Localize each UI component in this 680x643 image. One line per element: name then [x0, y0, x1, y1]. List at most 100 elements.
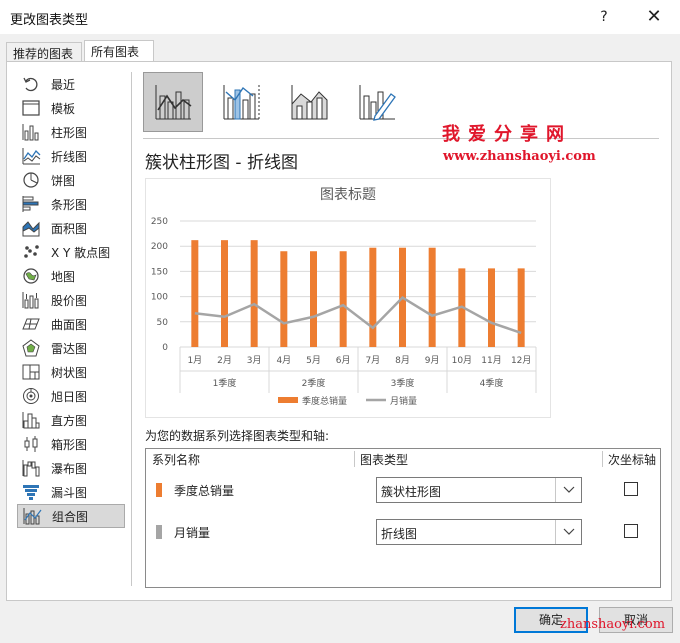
category-waterfall[interactable]: 瀑布图 — [17, 456, 125, 480]
subtype-stacked-area-clustered-column[interactable] — [279, 72, 339, 132]
subtype-clustered-column-line[interactable] — [143, 72, 203, 132]
category-label: 模板 — [51, 101, 76, 116]
x-tick-label: 4月 — [276, 355, 291, 366]
chart-category-list: 最近 模板 柱形图 折线图 饼图 条形图 面积图 X Y 散点图 地图 股价图 … — [17, 72, 125, 528]
category-surface[interactable]: 曲面图 — [17, 312, 125, 336]
watermark-url-footer: zhanshaoyi.com — [560, 617, 666, 632]
stock-chart-icon — [22, 292, 39, 309]
divider — [143, 138, 659, 139]
column-divider — [602, 451, 603, 467]
subtype-clustered-column-line-secondary[interactable] — [211, 72, 271, 132]
category-bar[interactable]: 条形图 — [17, 192, 125, 216]
category-label: 旭日图 — [51, 389, 88, 404]
category-area[interactable]: 面积图 — [17, 216, 125, 240]
category-label: 直方图 — [51, 413, 88, 428]
surface-chart-icon — [22, 318, 40, 330]
x-group-label: 4季度 — [480, 377, 504, 389]
dropdown-arrow[interactable] — [555, 520, 581, 544]
x-tick-label: 11月 — [481, 355, 501, 366]
x-tick-label: 3月 — [247, 355, 262, 366]
category-funnel[interactable]: 漏斗图 — [17, 480, 125, 504]
category-label: 瀑布图 — [51, 461, 88, 476]
stacked-area-clustered-column-icon — [291, 85, 328, 120]
category-label: 股价图 — [51, 293, 88, 308]
y-tick-label: 50 — [157, 318, 169, 328]
dropdown-arrow[interactable] — [555, 478, 581, 502]
x-group-label: 1季度 — [213, 377, 237, 389]
bar — [517, 268, 525, 347]
column-chart-icon — [22, 124, 39, 141]
category-sunburst[interactable]: 旭日图 — [17, 384, 125, 408]
close-button[interactable]: ✕ — [642, 6, 666, 28]
subtype-heading: 簇状柱形图 - 折线图 — [145, 153, 298, 173]
bar — [310, 251, 317, 347]
category-pie[interactable]: 饼图 — [17, 168, 125, 192]
divider — [131, 72, 132, 586]
chart-type-dropdown[interactable]: 簇状柱形图 — [376, 477, 582, 503]
series-prompt: 为您的数据系列选择图表类型和轴: — [145, 429, 330, 443]
chart-type-dropdown[interactable]: 折线图 — [376, 519, 582, 545]
y-tick-label: 0 — [162, 343, 168, 353]
x-tick-label: 9月 — [425, 355, 440, 366]
series-row: 月销量 折线图 — [146, 517, 660, 547]
category-scatter[interactable]: X Y 散点图 — [17, 240, 125, 264]
x-tick-label: 8月 — [395, 355, 410, 366]
treemap-chart-icon — [22, 364, 40, 380]
secondary-axis-checkbox[interactable] — [624, 524, 638, 538]
bar — [488, 268, 495, 347]
x-tick-label: 5月 — [306, 355, 321, 366]
boxplot-chart-icon — [24, 436, 38, 452]
bar — [339, 251, 347, 347]
title-bar: 更改图表类型 ? ✕ — [0, 0, 680, 34]
category-treemap[interactable]: 树状图 — [17, 360, 125, 384]
x-tick-label: 6月 — [336, 355, 351, 366]
area-chart-icon — [22, 221, 40, 237]
chevron-down-icon — [563, 528, 575, 535]
category-boxplot[interactable]: 箱形图 — [17, 432, 125, 456]
category-combo[interactable]: 组合图 — [17, 504, 125, 528]
category-template[interactable]: 模板 — [17, 96, 125, 120]
subtype-custom-combination[interactable] — [347, 72, 407, 132]
tab-all-charts[interactable]: 所有图表 — [84, 40, 154, 63]
category-line[interactable]: 折线图 — [17, 144, 125, 168]
tab-recommended-charts[interactable]: 推荐的图表 — [6, 42, 82, 62]
bar — [221, 240, 228, 347]
custom-combination-icon — [359, 85, 396, 121]
bar — [191, 240, 199, 347]
x-tick-label: 1月 — [187, 355, 202, 366]
chevron-down-icon — [563, 486, 575, 493]
category-histogram[interactable]: 直方图 — [17, 408, 125, 432]
x-group-label: 2季度 — [302, 377, 326, 389]
bar — [369, 247, 377, 347]
category-radar[interactable]: 雷达图 — [17, 336, 125, 360]
scatter-chart-icon — [24, 245, 39, 258]
series-name: 季度总销量 — [174, 484, 235, 498]
map-chart-icon — [23, 268, 39, 284]
recent-icon — [23, 77, 38, 92]
pie-chart-icon — [23, 172, 39, 188]
category-label: 箱形图 — [51, 437, 88, 452]
sunburst-chart-icon — [23, 388, 39, 404]
help-button[interactable]: ? — [592, 6, 616, 28]
x-tick-label: 10月 — [452, 355, 472, 366]
series-line — [194, 296, 522, 335]
category-column[interactable]: 柱形图 — [17, 120, 125, 144]
secondary-axis-checkbox[interactable] — [624, 482, 638, 496]
legend-label: 季度总销量 — [302, 395, 347, 407]
series-color-swatch — [156, 525, 162, 539]
series-name: 月销量 — [174, 526, 211, 540]
series-grid: 系列名称 图表类型 次坐标轴 季度总销量 簇状柱形图 月销量 折线图 — [145, 448, 661, 588]
funnel-chart-icon — [23, 485, 39, 500]
category-recent[interactable]: 最近 — [17, 72, 125, 96]
all-charts-panel: 最近 模板 柱形图 折线图 饼图 条形图 面积图 X Y 散点图 地图 股价图 … — [6, 61, 672, 601]
x-tick-label: 7月 — [365, 355, 380, 366]
chart-title: 图表标题 — [320, 187, 376, 203]
category-stock[interactable]: 股价图 — [17, 288, 125, 312]
category-map[interactable]: 地图 — [17, 264, 125, 288]
category-label: 漏斗图 — [51, 485, 88, 500]
category-label: 组合图 — [52, 509, 89, 524]
category-label: 折线图 — [51, 149, 88, 164]
line-chart-icon — [22, 148, 41, 165]
clustered-column-line-secondary-icon — [223, 85, 260, 120]
category-label: 柱形图 — [51, 125, 88, 140]
